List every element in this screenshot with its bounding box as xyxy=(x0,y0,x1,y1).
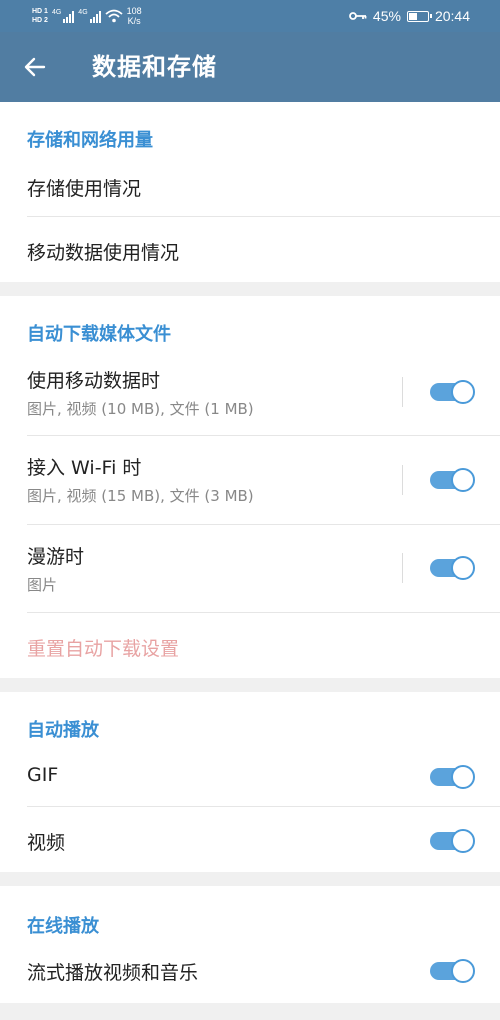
vertical-separator xyxy=(402,465,403,495)
key-icon xyxy=(349,12,367,20)
toggle-switch[interactable] xyxy=(430,468,475,492)
status-bar: HD 1 HD 2 4G 4G 108 K/s 45% 20:44 xyxy=(0,0,500,32)
vertical-separator xyxy=(402,377,403,407)
status-bar-left: HD 1 HD 2 4G 4G 108 K/s xyxy=(32,4,142,28)
item-subtitle: 图片 xyxy=(27,576,58,594)
divider xyxy=(27,216,500,217)
section-title: 自动播放 xyxy=(27,720,99,741)
battery-fill xyxy=(408,12,417,20)
section-title: 自动下载媒体文件 xyxy=(27,324,171,345)
auto-download-section: 自动下载媒体文件 使用移动数据时 图片, 视频 (10 MB), 文件 (1 M… xyxy=(0,296,500,678)
page-title: 数据和存储 xyxy=(92,53,217,81)
status-bar-right: 45% 20:44 xyxy=(349,0,470,32)
item-subtitle: 图片, 视频 (15 MB), 文件 (3 MB) xyxy=(27,487,254,505)
sim2-label: HD 2 xyxy=(32,17,48,24)
battery-icon xyxy=(406,10,432,22)
video-autoplay-item[interactable]: 视频 xyxy=(0,808,500,872)
clock: 20:44 xyxy=(434,8,470,24)
storage-section: 存储和网络用量 存储使用情况 移动数据使用情况 xyxy=(0,102,500,282)
autoplay-section: 自动播放 GIF 视频 xyxy=(0,692,500,872)
item-label: 使用移动数据时 xyxy=(27,370,161,392)
network-speed: 108 K/s xyxy=(127,6,142,26)
wifi-icon xyxy=(105,9,123,23)
mobile-data-download-item[interactable]: 使用移动数据时 图片, 视频 (10 MB), 文件 (1 MB) xyxy=(0,348,500,436)
back-button[interactable] xyxy=(20,52,50,82)
vertical-separator xyxy=(402,553,403,583)
network-type-1: 4G xyxy=(51,9,62,16)
item-subtitle: 图片, 视频 (10 MB), 文件 (1 MB) xyxy=(27,400,254,418)
item-label: 接入 Wi-Fi 时 xyxy=(27,457,142,479)
gif-autoplay-item[interactable]: GIF xyxy=(0,746,500,806)
wifi-download-item[interactable]: 接入 Wi-Fi 时 图片, 视频 (15 MB), 文件 (3 MB) xyxy=(0,437,500,525)
section-title: 在线播放 xyxy=(27,916,99,937)
signal-icon-2: 4G xyxy=(78,9,101,23)
arrow-left-icon xyxy=(24,57,46,77)
mobile-data-usage-item[interactable]: 移动数据使用情况 xyxy=(0,218,500,282)
sim1-label: HD 1 xyxy=(32,8,48,15)
toggle-switch[interactable] xyxy=(430,829,475,853)
section-title: 存储和网络用量 xyxy=(27,130,153,151)
item-label: 视频 xyxy=(27,832,66,854)
storage-usage-item[interactable]: 存储使用情况 xyxy=(0,156,500,218)
streaming-item[interactable]: 流式播放视频和音乐 xyxy=(0,942,500,1003)
network-type-2: 4G xyxy=(78,9,88,16)
sim-indicators: HD 1 HD 2 xyxy=(32,7,48,25)
toggle-knob xyxy=(451,959,475,983)
divider xyxy=(27,435,500,436)
item-label: 存储使用情况 xyxy=(27,178,142,200)
divider xyxy=(27,612,500,613)
battery-percent: 45% xyxy=(372,8,401,24)
divider xyxy=(27,806,500,807)
app-bar: 数据和存储 xyxy=(0,32,500,102)
speed-unit: K/s xyxy=(127,16,141,26)
toggle-switch[interactable] xyxy=(430,380,475,404)
toggle-knob xyxy=(451,556,475,580)
streaming-section: 在线播放 流式播放视频和音乐 xyxy=(0,886,500,1003)
item-label: GIF xyxy=(27,764,59,786)
toggle-knob xyxy=(451,829,475,853)
item-label: 流式播放视频和音乐 xyxy=(27,962,199,984)
roaming-download-item[interactable]: 漫游时 图片 xyxy=(0,526,500,612)
item-label: 漫游时 xyxy=(27,546,85,568)
speed-value: 108 xyxy=(126,6,142,16)
toggle-switch[interactable] xyxy=(430,556,475,580)
footer-strip xyxy=(0,1003,500,1020)
toggle-knob xyxy=(451,380,475,404)
item-label: 移动数据使用情况 xyxy=(27,242,180,264)
signal-icon: 4G xyxy=(51,9,75,23)
toggle-knob xyxy=(451,468,475,492)
reset-auto-download-button[interactable]: 重置自动下载设置 xyxy=(27,634,179,661)
toggle-knob xyxy=(451,765,475,789)
toggle-switch[interactable] xyxy=(430,765,475,789)
toggle-switch[interactable] xyxy=(430,959,475,983)
divider xyxy=(27,524,500,525)
